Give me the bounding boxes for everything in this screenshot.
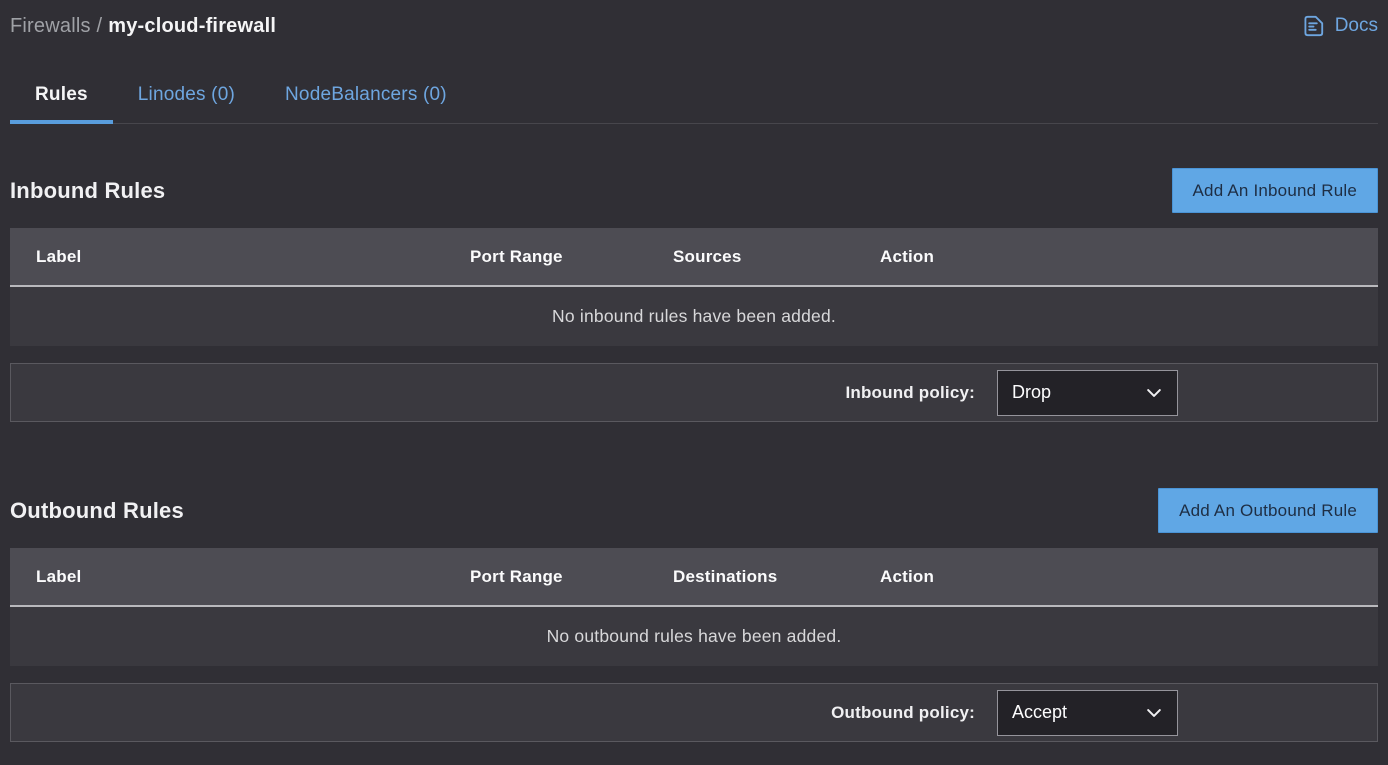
chevron-down-icon xyxy=(1144,383,1164,403)
outbound-policy-row: Outbound policy: Accept xyxy=(10,683,1378,742)
inbound-table-header: Label Port Range Sources Action xyxy=(10,228,1378,287)
breadcrumb-firewalls-link[interactable]: Firewalls / xyxy=(10,15,102,37)
column-header-label: Label xyxy=(10,247,470,267)
column-header-label: Label xyxy=(10,567,470,587)
breadcrumb-current-firewall: my-cloud-firewall xyxy=(108,15,276,37)
outbound-policy-value: Accept xyxy=(1012,702,1067,723)
column-header-destinations: Destinations xyxy=(673,567,880,587)
inbound-policy-row: Inbound policy: Drop xyxy=(10,363,1378,422)
inbound-rules-title: Inbound Rules xyxy=(10,178,165,204)
outbound-section-header: Outbound Rules Add An Outbound Rule xyxy=(10,488,1378,533)
page-header: Firewalls / my-cloud-firewall Docs xyxy=(10,13,1378,39)
inbound-policy-label: Inbound policy: xyxy=(845,383,975,403)
tab-bar: Rules Linodes (0) NodeBalancers (0) xyxy=(10,69,1378,124)
outbound-empty-state: No outbound rules have been added. xyxy=(10,607,1378,666)
docs-icon xyxy=(1300,13,1326,39)
add-outbound-rule-button[interactable]: Add An Outbound Rule xyxy=(1158,488,1378,533)
outbound-policy-label: Outbound policy: xyxy=(831,703,975,723)
outbound-rules-title: Outbound Rules xyxy=(10,498,184,524)
inbound-empty-state: No inbound rules have been added. xyxy=(10,287,1378,346)
breadcrumb: Firewalls / my-cloud-firewall xyxy=(10,15,276,38)
column-header-action: Action xyxy=(880,567,1378,587)
docs-label: Docs xyxy=(1335,15,1378,37)
firewall-detail-page: Firewalls / my-cloud-firewall Docs Rules … xyxy=(0,0,1388,742)
docs-link[interactable]: Docs xyxy=(1300,13,1378,39)
column-header-port-range: Port Range xyxy=(470,247,673,267)
chevron-down-icon xyxy=(1144,703,1164,723)
outbound-policy-select[interactable]: Accept xyxy=(997,690,1178,736)
inbound-policy-select[interactable]: Drop xyxy=(997,370,1178,416)
inbound-rules-section: Inbound Rules Add An Inbound Rule Label … xyxy=(10,168,1378,422)
column-header-action: Action xyxy=(880,247,1378,267)
outbound-rules-section: Outbound Rules Add An Outbound Rule Labe… xyxy=(10,488,1378,742)
tab-linodes[interactable]: Linodes (0) xyxy=(113,69,260,124)
inbound-rules-table: Label Port Range Sources Action No inbou… xyxy=(10,228,1378,346)
add-inbound-rule-button[interactable]: Add An Inbound Rule xyxy=(1172,168,1379,213)
column-header-sources: Sources xyxy=(673,247,880,267)
column-header-port-range: Port Range xyxy=(470,567,673,587)
inbound-policy-value: Drop xyxy=(1012,382,1051,403)
outbound-rules-table: Label Port Range Destinations Action No … xyxy=(10,548,1378,666)
outbound-table-header: Label Port Range Destinations Action xyxy=(10,548,1378,607)
inbound-section-header: Inbound Rules Add An Inbound Rule xyxy=(10,168,1378,213)
tab-nodebalancers[interactable]: NodeBalancers (0) xyxy=(260,69,472,124)
tab-rules[interactable]: Rules xyxy=(10,69,113,124)
